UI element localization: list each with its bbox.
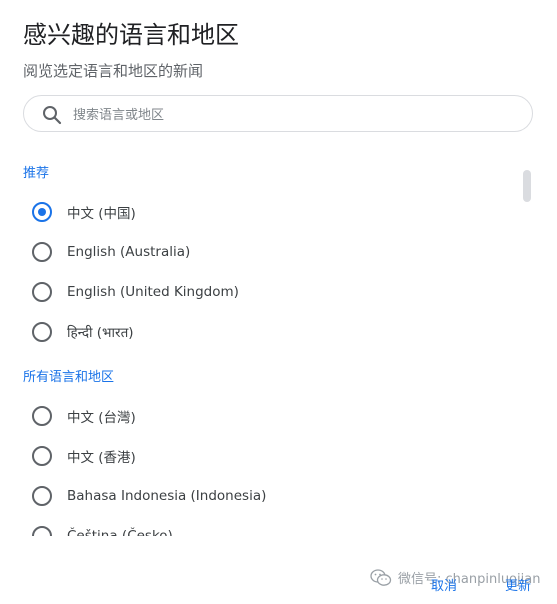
search-input[interactable] bbox=[71, 104, 515, 126]
language-label: हिन्दी (भारत) bbox=[67, 325, 134, 341]
radio-button-selected[interactable] bbox=[32, 202, 52, 222]
language-option[interactable]: 中文 (香港) bbox=[32, 441, 492, 471]
search-box[interactable] bbox=[23, 95, 533, 132]
language-option[interactable]: Čeština (Česko) bbox=[32, 521, 492, 536]
language-option[interactable]: हिन्दी (भारत) bbox=[32, 317, 492, 347]
wechat-icon bbox=[370, 568, 392, 586]
language-label: 中文 (香港) bbox=[67, 450, 136, 466]
language-label: English (Australia) bbox=[67, 244, 191, 260]
language-label: 中文 (中国) bbox=[67, 206, 136, 222]
language-label: English (United Kingdom) bbox=[67, 284, 239, 300]
radio-button[interactable] bbox=[32, 446, 52, 466]
language-list[interactable]: 推荐 中文 (中国) English (Australia) English (… bbox=[0, 150, 515, 536]
radio-button[interactable] bbox=[32, 322, 52, 342]
radio-button[interactable] bbox=[32, 486, 52, 506]
cancel-button[interactable]: 取消 bbox=[431, 575, 457, 594]
radio-button[interactable] bbox=[32, 242, 52, 262]
recommended-section-label: 推荐 bbox=[23, 166, 50, 181]
radio-button[interactable] bbox=[32, 282, 52, 302]
language-option[interactable]: English (Australia) bbox=[32, 237, 492, 267]
radio-button[interactable] bbox=[32, 406, 52, 426]
language-label: Čeština (Česko) bbox=[67, 528, 173, 536]
language-label: Bahasa Indonesia (Indonesia) bbox=[67, 488, 267, 504]
radio-button[interactable] bbox=[32, 526, 52, 536]
language-option[interactable]: 中文 (台灣) bbox=[32, 401, 492, 431]
language-option[interactable]: English (United Kingdom) bbox=[32, 277, 492, 307]
dialog-subtitle: 阅览选定语言和地区的新闻 bbox=[23, 62, 204, 80]
search-icon bbox=[43, 106, 62, 125]
language-option[interactable]: Bahasa Indonesia (Indonesia) bbox=[32, 481, 492, 511]
update-button[interactable]: 更新 bbox=[505, 575, 531, 594]
language-label: 中文 (台灣) bbox=[67, 410, 136, 426]
language-option[interactable]: 中文 (中国) bbox=[32, 197, 492, 227]
scrollbar-thumb[interactable] bbox=[523, 170, 531, 202]
all-section-label: 所有语言和地区 bbox=[23, 370, 115, 385]
dialog-title: 感兴趣的语言和地区 bbox=[23, 21, 239, 49]
